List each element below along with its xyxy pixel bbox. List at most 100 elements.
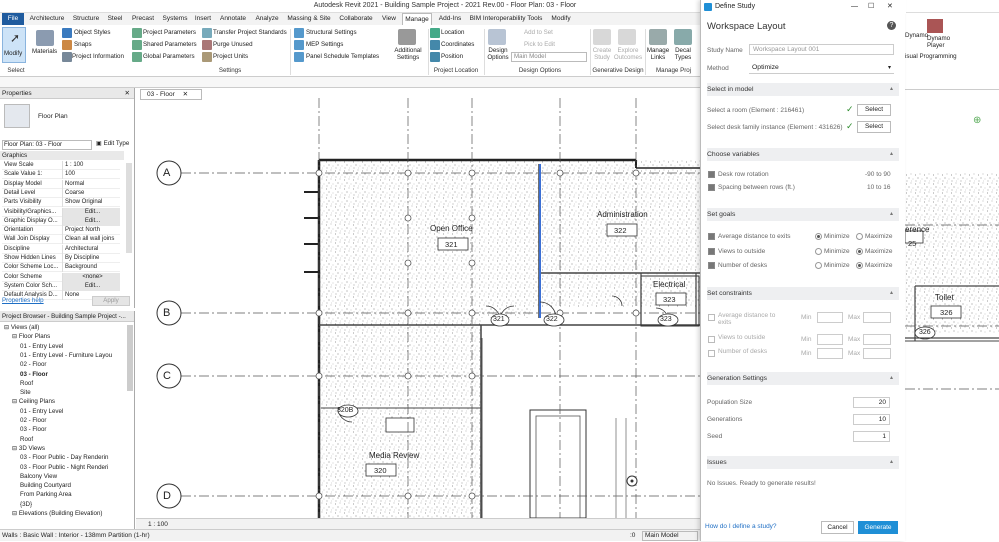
- mep-settings-button[interactable]: MEP Settings: [306, 41, 343, 48]
- structural-settings-button[interactable]: Structural Settings: [306, 29, 357, 36]
- browser-item[interactable]: ⊟ Floor Plans: [12, 333, 50, 340]
- properties-help-link[interactable]: Properties help: [2, 297, 44, 304]
- help-icon[interactable]: ?: [887, 21, 896, 30]
- tab-precast[interactable]: Precast: [128, 13, 158, 25]
- expand-toggle-icon[interactable]: ⊟: [12, 445, 19, 452]
- room-number-325[interactable]: 25: [908, 239, 916, 248]
- property-row[interactable]: Scale Value 1: 100: [2, 170, 120, 180]
- global-parameters-button[interactable]: Global Parameters: [143, 53, 195, 60]
- project-units-button[interactable]: Project Units: [213, 53, 248, 60]
- door-tag-320b[interactable]: 320B: [337, 407, 353, 414]
- tab-manage[interactable]: Manage: [402, 13, 432, 25]
- tab-annotate[interactable]: Annotate: [216, 13, 250, 25]
- study-name-input[interactable]: Workspace Layout 001: [749, 44, 894, 55]
- snaps-button[interactable]: Snaps: [74, 41, 92, 48]
- room-number-322[interactable]: 322: [614, 226, 627, 235]
- maximize-radio[interactable]: [856, 262, 863, 269]
- door-tag-321[interactable]: 321: [493, 316, 505, 323]
- property-value[interactable]: Background: [62, 263, 120, 273]
- property-row[interactable]: Wall Join Display Clean all wall joins: [2, 235, 120, 245]
- browser-item[interactable]: Building Courtyard: [20, 482, 71, 489]
- close-icon[interactable]: ✕: [125, 88, 130, 99]
- grid-head-c[interactable]: C: [163, 370, 171, 382]
- property-row[interactable]: System Color Sch... Edit...: [2, 281, 120, 291]
- browser-item[interactable]: Site: [20, 389, 31, 396]
- constraint-checkbox[interactable]: [708, 350, 715, 357]
- decal-types-button[interactable]: Decal Types: [672, 47, 694, 61]
- materials-icon[interactable]: [36, 30, 54, 46]
- view-tab-03-floor[interactable]: 03 - Floor ✕: [140, 89, 202, 100]
- property-value[interactable]: Edit...: [62, 281, 120, 291]
- add-to-set-button[interactable]: Add to Set: [524, 29, 553, 36]
- browser-item[interactable]: From Parking Area: [20, 491, 72, 498]
- view-cube-icon[interactable]: ⊕: [973, 115, 987, 129]
- browser-item[interactable]: 02 - Floor: [20, 361, 46, 368]
- select-room-button[interactable]: Select: [857, 104, 891, 116]
- room-number-323[interactable]: 323: [663, 295, 676, 304]
- pick-to-edit-button[interactable]: Pick to Edit: [524, 41, 555, 48]
- create-study-button[interactable]: Create Study: [592, 47, 612, 61]
- tab-modify[interactable]: Modify: [546, 13, 576, 25]
- tab-bim-interoperability[interactable]: BIM Interoperability Tools: [468, 13, 544, 25]
- browser-item[interactable]: Balcony View: [20, 473, 57, 480]
- min-input[interactable]: [817, 312, 843, 323]
- section-select-in-model[interactable]: Select in model ▴: [707, 83, 899, 96]
- property-value[interactable]: Architectural: [62, 244, 120, 254]
- close-icon[interactable]: ✕: [887, 0, 893, 14]
- tab-massing-site[interactable]: Massing & Site: [284, 13, 334, 25]
- section-issues[interactable]: Issues ▴: [707, 456, 899, 469]
- browser-item[interactable]: 02 - Floor: [20, 417, 46, 424]
- expand-toggle-icon[interactable]: ⊟: [12, 398, 19, 405]
- room-number-326[interactable]: 326: [940, 308, 953, 317]
- browser-item[interactable]: 03 - Floor: [20, 426, 46, 433]
- tab-analyze[interactable]: Analyze: [252, 13, 282, 25]
- room-name-media-review[interactable]: Media Review: [369, 451, 419, 460]
- section-generation-settings[interactable]: Generation Settings ▴: [707, 372, 899, 385]
- view-scale[interactable]: 1 : 100: [148, 521, 168, 528]
- additional-settings-button[interactable]: Additional Settings: [392, 47, 424, 61]
- generation-input[interactable]: 1: [853, 431, 890, 442]
- instance-filter-select[interactable]: Floor Plan: 03 - Floor: [2, 140, 92, 150]
- goal-checkbox[interactable]: [708, 233, 715, 240]
- generate-button[interactable]: Generate: [858, 521, 898, 534]
- tab-file[interactable]: File: [2, 13, 24, 25]
- drawing-canvas[interactable]: A B C D Open Office 321 Administration 3…: [136, 88, 700, 518]
- browser-item[interactable]: 03 - Floor Public - Day Renderin: [20, 454, 108, 461]
- maximize-radio[interactable]: [856, 233, 863, 240]
- expand-toggle-icon[interactable]: ⊟: [4, 324, 11, 331]
- property-value[interactable]: 1 : 100: [62, 161, 120, 170]
- tab-steel[interactable]: Steel: [104, 13, 126, 25]
- browser-item[interactable]: ⊟ Views (all): [4, 324, 39, 331]
- door-tag-326[interactable]: 326: [919, 329, 931, 336]
- browser-item[interactable]: Roof: [20, 380, 33, 387]
- project-information-button[interactable]: Project Information: [72, 53, 124, 60]
- constraint-checkbox[interactable]: [708, 314, 715, 321]
- tab-add-ins[interactable]: Add-Ins: [434, 13, 466, 25]
- apply-button[interactable]: Apply: [92, 296, 130, 306]
- goal-checkbox[interactable]: [708, 262, 715, 269]
- property-row[interactable]: Show Hidden Lines By Discipline: [2, 254, 120, 263]
- minimize-radio[interactable]: [815, 262, 822, 269]
- expand-toggle-icon[interactable]: ⊟: [12, 333, 19, 340]
- room-name-open-office[interactable]: Open Office: [430, 224, 473, 233]
- min-input[interactable]: [817, 348, 843, 359]
- door-tag-323[interactable]: 323: [660, 316, 672, 323]
- active-design-option[interactable]: Main Model: [642, 531, 698, 541]
- section-choose-variables[interactable]: Choose variables ▴: [707, 148, 899, 161]
- room-name-conference[interactable]: erence: [905, 225, 929, 234]
- property-row[interactable]: Display Model Normal: [2, 179, 120, 189]
- min-input[interactable]: [817, 333, 843, 345]
- property-row[interactable]: Detail Level Coarse: [2, 188, 120, 198]
- property-value[interactable]: 100: [62, 170, 120, 180]
- room-name-electrical[interactable]: Electrical: [653, 280, 685, 289]
- generation-input[interactable]: 10: [853, 414, 890, 425]
- property-value[interactable]: Edit...: [62, 216, 120, 226]
- group-select[interactable]: Select: [4, 67, 28, 74]
- property-row[interactable]: Graphic Display O... Edit...: [2, 216, 120, 226]
- property-value[interactable]: <none>: [62, 272, 120, 282]
- object-styles-button[interactable]: Object Styles: [74, 29, 110, 36]
- property-value[interactable]: Coarse: [62, 188, 120, 198]
- dynamo-player-button[interactable]: Dynamo Player: [927, 35, 953, 49]
- room-name-toilet[interactable]: Toilet: [935, 293, 954, 302]
- browser-item[interactable]: ⊟ 3D Views: [12, 445, 45, 452]
